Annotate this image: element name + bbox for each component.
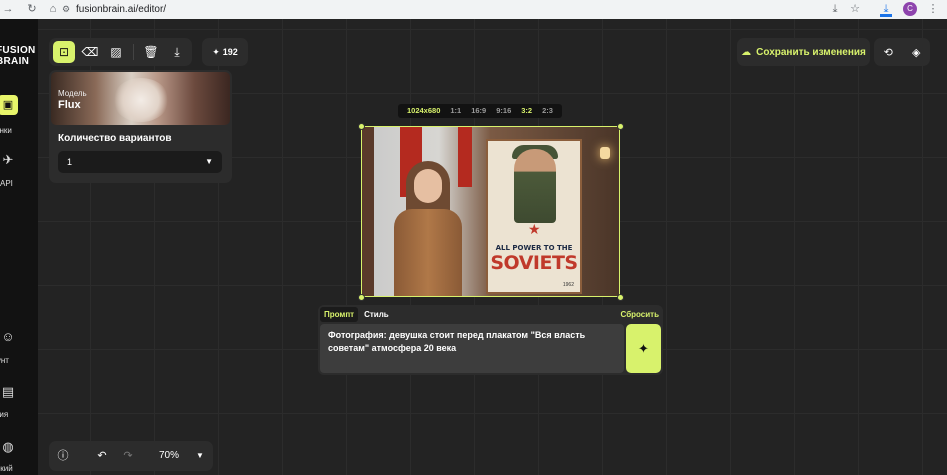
ratio-9-16[interactable]: 9:16 <box>491 104 516 118</box>
sidebar-item-label: Русский <box>0 464 13 473</box>
star-icon: ★ <box>528 221 541 237</box>
sidebar-item-label: Документация <box>0 410 9 419</box>
prompt-input[interactable]: Фотография: девушка стоит перед плакатом… <box>320 324 624 373</box>
poster: ★ ALL POWER TO THE SOVIETS 1962 <box>486 139 582 294</box>
reset-button[interactable]: Сбросить <box>621 307 659 322</box>
add-image-icon: ▨ <box>110 45 122 59</box>
settings-panel: Модель Flux Количество вариантов 1 ▼ <box>49 70 232 183</box>
profile-avatar[interactable]: C <box>903 2 917 16</box>
rocket-icon: ✈ <box>2 152 14 167</box>
generated-image[interactable]: ★ ALL POWER TO THE SOVIETS 1962 <box>361 126 620 297</box>
tool-toolbar: ⊡ ⌫ ▨ 🗑 ⤓ <box>49 38 192 66</box>
delete-button[interactable]: 🗑 <box>140 41 162 63</box>
aspect-ratio-bar: 1024x680 1:1 16:9 9:16 3:2 2:3 <box>398 104 562 118</box>
layers-icon[interactable]: ◈ <box>912 46 920 59</box>
help-icon[interactable]: ⓘ <box>55 441 71 471</box>
poster-soldier <box>514 149 556 223</box>
ratio-3-2[interactable]: 3:2 <box>516 104 537 118</box>
variants-value: 1 <box>67 157 73 167</box>
tab-style[interactable]: Стиль <box>360 307 393 322</box>
globe-icon: ◍ <box>2 439 14 454</box>
resize-handle-bottom-right[interactable] <box>617 294 624 301</box>
download-button[interactable]: ⤓ <box>166 41 188 63</box>
browser-menu-icon[interactable]: ⋮ <box>926 0 940 19</box>
redo-icon[interactable]: ↷ <box>120 441 136 471</box>
site-info-icon[interactable]: ⚙ <box>62 0 70 19</box>
logo-line-1: FUSION <box>0 45 36 56</box>
install-app-icon[interactable]: ⤓ <box>828 0 842 19</box>
resize-handle-top-left[interactable] <box>358 123 365 130</box>
docs-icon: ▤ <box>1 384 15 399</box>
prompt-tabs: Промпт Стиль <box>320 307 393 322</box>
bookmark-star-icon[interactable]: ☆ <box>848 0 862 19</box>
cloud-upload-icon: ☁ <box>741 46 752 58</box>
save-changes-label: Сохранить изменения <box>756 46 866 58</box>
wall-lamp <box>600 147 610 159</box>
model-name: Flux <box>58 99 81 111</box>
download-icon: ⤓ <box>174 44 180 59</box>
generate-tool-button[interactable]: ⊡ <box>53 41 75 63</box>
toolbar-divider <box>133 44 134 60</box>
prompt-panel: Промпт Стиль Сбросить Фотография: девушк… <box>318 305 663 375</box>
zoom-level[interactable]: 70% <box>159 441 179 471</box>
bottom-toolbar: ⓘ ↶ ↷ 70% ▼ <box>49 441 213 471</box>
browser-toolbar: → ↻ ⌂ ⚙ fusionbrain.ai/editor/ ⤓ ☆ ⤓ C ⋮ <box>0 0 947 19</box>
credits-value: 192 <box>222 47 238 57</box>
ratio-1-1[interactable]: 1:1 <box>445 104 466 118</box>
history-icon[interactable]: ⟲ <box>884 46 893 59</box>
sidebar: FUSION BRAIN ▣ Картинки ✈ API ☺ Аккаунт … <box>0 19 38 475</box>
girl-figure <box>392 161 464 296</box>
girl-coat <box>394 209 462 296</box>
resize-handle-bottom-left[interactable] <box>358 294 365 301</box>
edit-image-icon: ⊡ <box>58 45 70 59</box>
girl-face <box>414 169 442 203</box>
forward-icon[interactable]: → <box>0 0 16 19</box>
address-bar[interactable]: fusionbrain.ai/editor/ <box>76 0 166 19</box>
chevron-down-icon[interactable]: ▼ <box>196 441 204 471</box>
logo-line-2: BRAIN <box>0 56 30 67</box>
home-icon[interactable]: ⌂ <box>45 0 61 19</box>
sidebar-item-label: Аккаунт <box>0 356 9 365</box>
download-progress <box>880 14 892 17</box>
poster-year: 1962 <box>562 282 574 288</box>
model-caption: Модель <box>58 89 87 98</box>
wall-left <box>362 127 374 296</box>
sidebar-item-label: Картинки <box>0 126 12 135</box>
upload-image-button[interactable]: ▨ <box>105 41 127 63</box>
logo[interactable]: FUSION BRAIN <box>0 45 36 67</box>
image-icon: ▣ <box>0 95 18 115</box>
sidebar-item-label: API <box>0 179 13 188</box>
sparkle-icon: ✦ <box>638 340 649 356</box>
trash-icon: 🗑 <box>143 45 159 59</box>
model-card[interactable]: Модель Flux <box>51 72 230 125</box>
chevron-down-icon: ▼ <box>205 157 213 166</box>
tab-prompt[interactable]: Промпт <box>320 307 359 322</box>
save-changes-button[interactable]: ☁ Сохранить изменения <box>737 38 870 66</box>
resize-handle-top-right[interactable] <box>617 123 624 130</box>
account-icon: ☺ <box>1 329 15 344</box>
generate-button[interactable]: ✦ <box>626 324 661 373</box>
poster-line-2: SOVIETS <box>490 252 578 274</box>
credits-counter: ✦ 192 <box>202 38 248 66</box>
reload-icon[interactable]: ↻ <box>24 0 40 19</box>
ratio-2-3[interactable]: 2:3 <box>537 104 558 118</box>
variants-label: Количество вариантов <box>58 133 172 144</box>
eraser-icon: ⌫ <box>81 45 99 59</box>
model-preview-image <box>113 78 169 122</box>
ratio-16-9[interactable]: 16:9 <box>466 104 491 118</box>
variants-select[interactable]: 1 ▼ <box>58 151 222 173</box>
history-layers-group: ⟲ ◈ <box>874 38 930 66</box>
eraser-tool-button[interactable]: ⌫ <box>79 41 101 63</box>
poster-line-1: ALL POWER TO THE <box>495 244 573 252</box>
undo-icon[interactable]: ↶ <box>94 441 110 471</box>
image-size: 1024x680 <box>407 106 441 115</box>
sparkle-icon: ✦ <box>212 46 220 57</box>
